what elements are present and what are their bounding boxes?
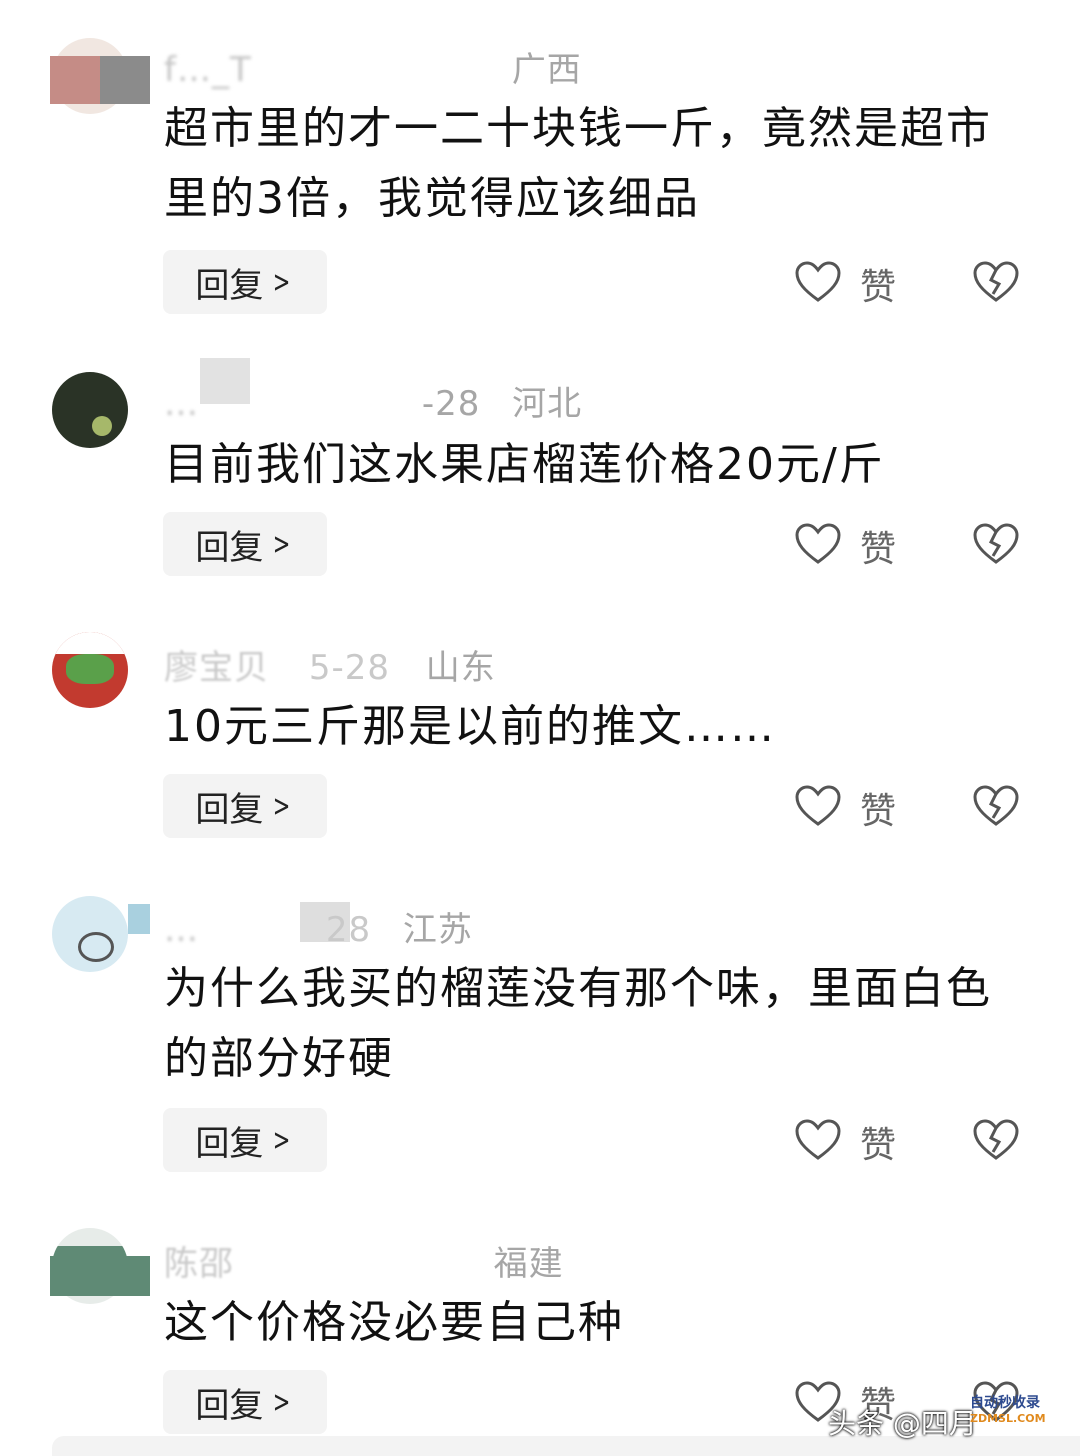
- heart-outline-icon[interactable]: [794, 784, 842, 828]
- broken-heart-icon[interactable]: [972, 1118, 1020, 1162]
- like-label[interactable]: 赞: [860, 782, 896, 834]
- watermark-text: 头条 @四月: [828, 1407, 977, 1440]
- username[interactable]: …: [164, 910, 314, 950]
- comment-meta: 陈邵 福建: [164, 1236, 564, 1285]
- comment-text: 超市里的才一二十块钱一斤，竟然是超市里的3倍，我觉得应该细品: [164, 103, 992, 224]
- comment-date: -28: [421, 384, 481, 424]
- avatar[interactable]: [52, 632, 128, 708]
- like-label[interactable]: 赞: [860, 258, 896, 310]
- comment-region: 山东: [425, 648, 496, 688]
- comment-region: 河北: [512, 384, 583, 424]
- reply-label: 回复: [195, 789, 264, 830]
- username[interactable]: 廖宝贝: [164, 648, 269, 688]
- heart-outline-icon[interactable]: [794, 1118, 842, 1162]
- watermark-logo: 自动秒收录 ZDMSL.COM: [970, 1396, 1060, 1426]
- username[interactable]: f…_T: [164, 50, 464, 90]
- comment-text: 这个价格没必要自己种: [164, 1297, 624, 1348]
- chevron-right-icon: >: [273, 264, 291, 300]
- heart-outline-icon[interactable]: [794, 522, 842, 566]
- comment-region: 广西: [511, 50, 582, 90]
- reply-label: 回复: [195, 527, 264, 568]
- broken-heart-icon[interactable]: [972, 522, 1020, 566]
- username[interactable]: …: [164, 384, 394, 424]
- avatar[interactable]: [52, 372, 128, 448]
- reply-label: 回复: [195, 1123, 264, 1164]
- broken-heart-icon[interactable]: [972, 784, 1020, 828]
- comment-text: 目前我们这水果店榴莲价格20元/斤: [164, 439, 885, 490]
- chevron-right-icon: >: [273, 788, 291, 824]
- comment-date: 5-28: [308, 648, 390, 688]
- chevron-right-icon: >: [273, 526, 291, 562]
- reply-label: 回复: [195, 1385, 264, 1426]
- comment-meta: 廖宝贝 5-28 山东: [164, 640, 496, 689]
- reply-button[interactable]: 回复 >: [163, 250, 327, 314]
- comment-meta: … 28 江苏: [164, 902, 473, 951]
- username[interactable]: 陈邵: [164, 1244, 234, 1284]
- comment-date: 28: [325, 910, 372, 950]
- reply-button[interactable]: 回复 >: [163, 1108, 327, 1172]
- reply-button[interactable]: 回复 >: [163, 512, 327, 576]
- watermark-logo-line2: ZDMSL.COM: [970, 1412, 1046, 1425]
- comment-region: 江苏: [402, 910, 473, 950]
- like-label[interactable]: 赞: [860, 520, 896, 572]
- comment-meta: f…_T 广西: [164, 42, 582, 91]
- comment-meta: … -28 河北: [164, 376, 582, 425]
- comment-text: 为什么我买的榴莲没有那个味，里面白色的部分好硬: [164, 963, 992, 1084]
- chevron-right-icon: >: [273, 1384, 291, 1420]
- chevron-right-icon: >: [273, 1122, 291, 1158]
- watermark-logo-line1: 自动秒收录: [970, 1395, 1040, 1411]
- broken-heart-icon[interactable]: [972, 260, 1020, 304]
- reply-button[interactable]: 回复 >: [163, 1370, 327, 1434]
- like-label[interactable]: 赞: [860, 1116, 896, 1168]
- avatar[interactable]: [52, 896, 128, 972]
- reply-label: 回复: [195, 265, 264, 306]
- reply-button[interactable]: 回复 >: [163, 774, 327, 838]
- comment-region: 福建: [493, 1244, 564, 1284]
- heart-outline-icon[interactable]: [794, 260, 842, 304]
- comment-text: 10元三斤那是以前的推文……: [164, 701, 776, 752]
